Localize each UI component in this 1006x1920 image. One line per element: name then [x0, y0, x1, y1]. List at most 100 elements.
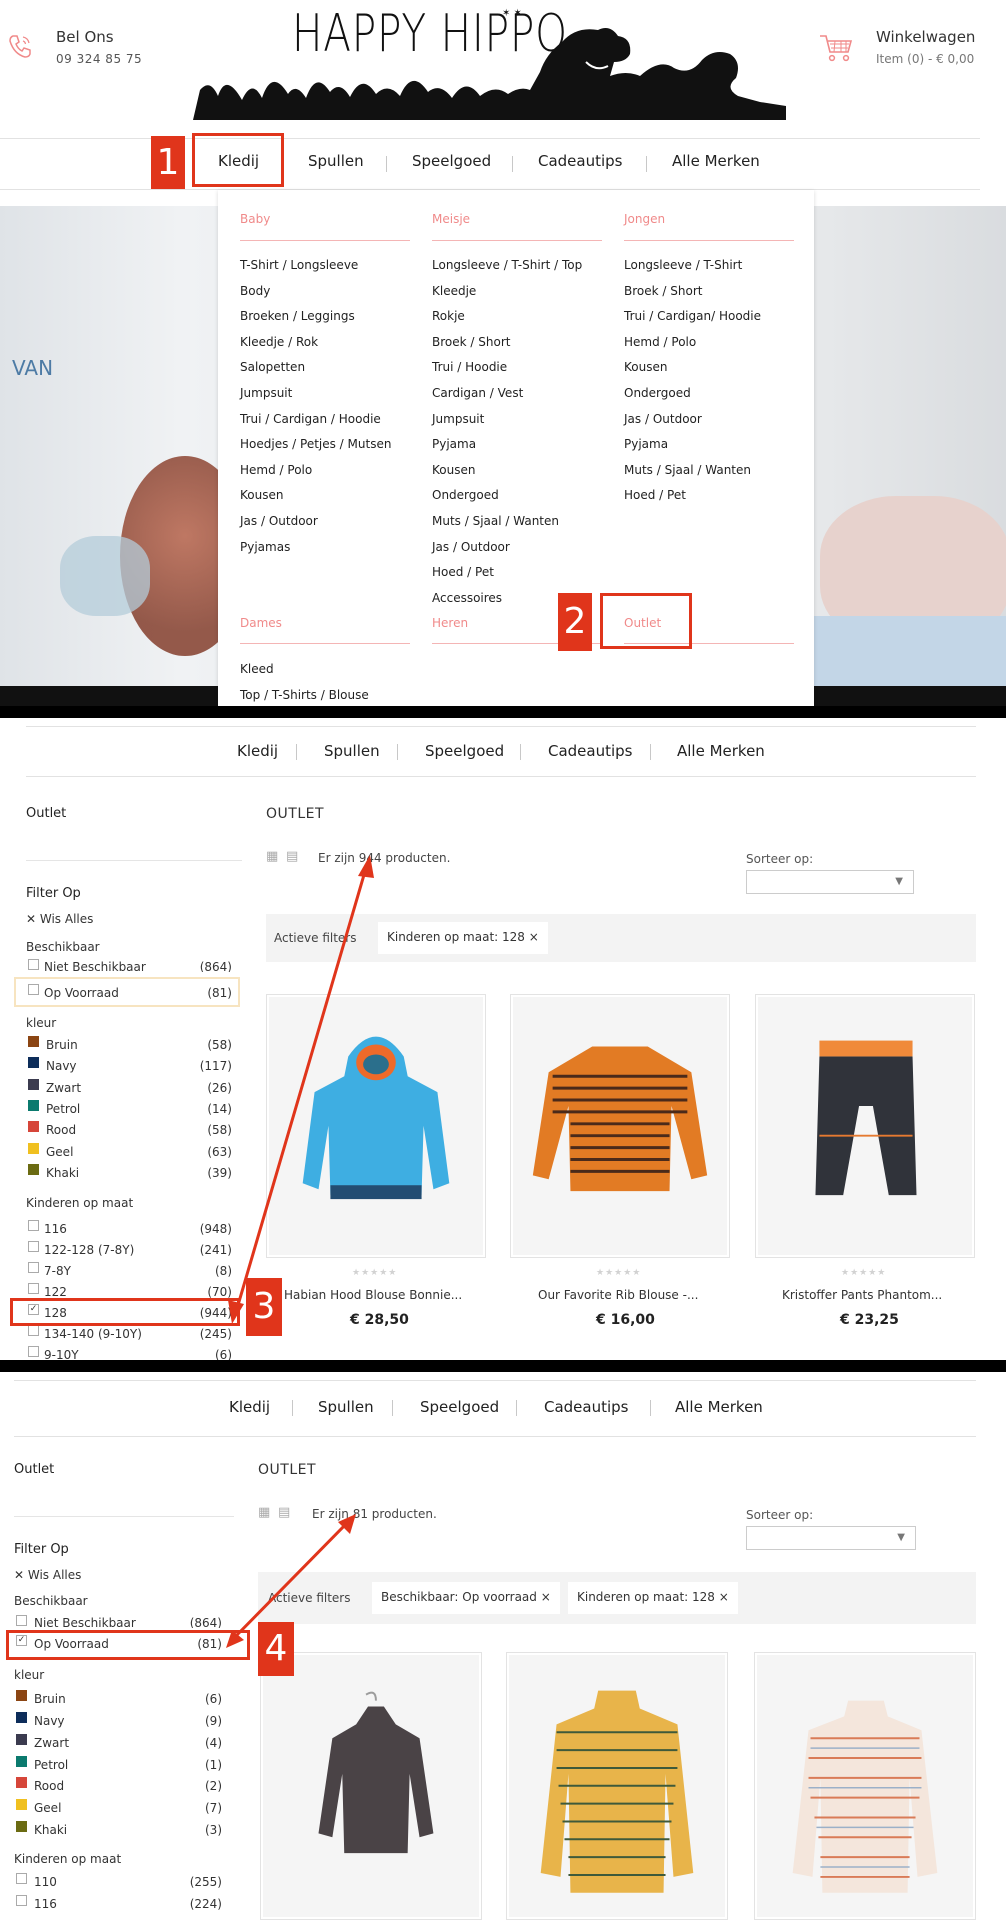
menu-item[interactable]: Jas / Outdoor [432, 540, 510, 554]
menu-item[interactable]: Pyjamas [240, 540, 290, 554]
menu-item[interactable]: Cardigan / Vest [432, 386, 523, 400]
filter-option-geel[interactable]: Geel [34, 1801, 61, 1815]
nav-item-speelgoed[interactable]: Speelgoed [420, 1398, 499, 1416]
menu-col-title-meisje[interactable]: Meisje [432, 212, 470, 226]
menu-col-title-heren[interactable]: Heren [432, 616, 468, 630]
menu-item[interactable]: Rokje [432, 309, 465, 323]
menu-item[interactable]: Trui / Cardigan/ Hoodie [624, 309, 761, 323]
menu-item[interactable]: Hemd / Polo [624, 335, 696, 349]
nav-item-spullen[interactable]: Spullen [324, 742, 380, 760]
menu-item[interactable]: Trui / Cardigan / Hoodie [240, 412, 381, 426]
menu-item[interactable]: Broeken / Leggings [240, 309, 355, 323]
menu-item[interactable]: Accessoires [432, 591, 502, 605]
product-name[interactable]: Kristoffer Pants Phantom... [782, 1288, 942, 1302]
nav-item-cadeautips[interactable]: Cadeautips [548, 742, 633, 760]
filter-option-bruin[interactable]: Bruin [34, 1692, 66, 1706]
filter-option-size[interactable]: 7-8Y [44, 1264, 71, 1278]
filter-option-khaki[interactable]: Khaki [34, 1823, 67, 1837]
menu-item[interactable]: Broek / Short [624, 284, 702, 298]
filter-option-size[interactable]: 122-128 (7-8Y) [44, 1243, 134, 1257]
filter-option-bruin[interactable]: Bruin [46, 1038, 78, 1052]
product-image[interactable] [263, 1655, 479, 1917]
nav-item-spullen[interactable]: Spullen [308, 152, 364, 170]
nav-item-kledij[interactable]: Kledij [237, 742, 278, 760]
checkbox[interactable] [28, 1325, 39, 1336]
color-swatch-rood[interactable] [28, 1121, 39, 1132]
menu-col-title-jongen[interactable]: Jongen [624, 212, 665, 226]
sort-select[interactable]: ▼ [746, 870, 914, 894]
menu-col-title-baby[interactable]: Baby [240, 212, 270, 226]
menu-item[interactable]: Kleedje / Rok [240, 335, 318, 349]
filter-option-size[interactable]: 122 [44, 1285, 67, 1299]
checkbox[interactable] [28, 1220, 39, 1231]
color-swatch-khaki[interactable] [28, 1164, 39, 1175]
color-swatch-zwart[interactable] [28, 1079, 39, 1090]
list-view-icon[interactable]: ▤ [286, 849, 298, 864]
menu-item[interactable]: Broek / Short [432, 335, 510, 349]
active-filter-chip[interactable]: Beschikbaar: Op voorraad × [372, 1582, 560, 1614]
menu-item[interactable]: Kleedje [432, 284, 476, 298]
menu-item[interactable]: Kousen [624, 360, 667, 374]
nav-item-cadeautips[interactable]: Cadeautips [544, 1398, 629, 1416]
menu-item[interactable]: Pyjama [432, 437, 476, 451]
checkbox[interactable] [16, 1615, 27, 1626]
phone-number[interactable]: 09 324 85 75 [56, 52, 142, 66]
cart-icon[interactable] [818, 32, 854, 64]
color-swatch-bruin[interactable] [28, 1036, 39, 1047]
menu-item[interactable]: Trui / Hoodie [432, 360, 507, 374]
menu-item[interactable]: Ondergoed [624, 386, 691, 400]
menu-item[interactable]: Hoed / Pet [432, 565, 494, 579]
checkbox[interactable] [28, 1241, 39, 1252]
filter-option-size[interactable]: 9-10Y [44, 1348, 79, 1360]
nav-item-cadeautips[interactable]: Cadeautips [538, 152, 623, 170]
active-filter-chip[interactable]: Kinderen op maat: 128 × [378, 922, 548, 954]
menu-item[interactable]: Kleed [240, 662, 274, 676]
filter-option-size[interactable]: 134-140 (9-10Y) [44, 1327, 142, 1341]
filter-option-op-voorraad[interactable]: Op Voorraad [44, 986, 119, 1000]
filter-option-rood[interactable]: Rood [34, 1779, 64, 1793]
color-swatch-rood[interactable] [16, 1777, 27, 1788]
checkbox[interactable] [16, 1873, 27, 1884]
menu-item[interactable]: Kousen [432, 463, 475, 477]
menu-item[interactable]: Longsleeve / T-Shirt / Top [432, 258, 582, 272]
nav-item-alle-merken[interactable]: Alle Merken [677, 742, 765, 760]
color-swatch-zwart[interactable] [16, 1734, 27, 1745]
filter-option-niet-beschikbaar[interactable]: Niet Beschikbaar [44, 960, 146, 972]
menu-item[interactable]: Kousen [240, 488, 283, 502]
filter-option-rood[interactable]: Rood [46, 1123, 76, 1137]
product-card[interactable] [260, 1652, 482, 1920]
menu-item[interactable]: Hoed / Pet [624, 488, 686, 502]
menu-item[interactable]: Hoedjes / Petjes / Mutsen [240, 437, 391, 451]
menu-item[interactable]: Jas / Outdoor [240, 514, 318, 528]
color-swatch-khaki[interactable] [16, 1821, 27, 1832]
filter-option-petrol[interactable]: Petrol [46, 1102, 80, 1116]
color-swatch-navy[interactable] [16, 1712, 27, 1723]
product-card[interactable] [266, 994, 486, 1258]
filter-option-niet-beschikbaar[interactable]: Niet Beschikbaar [34, 1616, 136, 1628]
product-image[interactable] [513, 997, 727, 1255]
menu-item[interactable]: Jumpsuit [432, 412, 484, 426]
menu-item[interactable]: Body [240, 284, 270, 298]
product-card[interactable] [755, 994, 975, 1258]
nav-item-kledij[interactable]: Kledij [229, 1398, 270, 1416]
checkbox[interactable] [28, 1346, 39, 1357]
menu-item[interactable]: Hemd / Polo [240, 463, 312, 477]
filter-option-petrol[interactable]: Petrol [34, 1758, 68, 1772]
filter-option-size[interactable]: 116 [44, 1222, 67, 1236]
product-card[interactable] [506, 1652, 728, 1920]
menu-col-title-dames[interactable]: Dames [240, 616, 282, 630]
nav-item-speelgoed[interactable]: Speelgoed [425, 742, 504, 760]
menu-item[interactable]: Muts / Sjaal / Wanten [432, 514, 559, 528]
cart-label[interactable]: Winkelwagen [876, 28, 975, 46]
active-filter-chip[interactable]: Kinderen op maat: 128 × [568, 1582, 738, 1614]
sort-select[interactable]: ▼ [746, 1526, 916, 1550]
product-image[interactable] [509, 1655, 725, 1917]
product-image[interactable] [269, 997, 483, 1255]
menu-item[interactable]: Longsleeve / T-Shirt [624, 258, 742, 272]
color-swatch-petrol[interactable] [16, 1756, 27, 1767]
menu-item[interactable]: Salopetten [240, 360, 305, 374]
checkbox[interactable] [16, 1895, 27, 1906]
filter-option-zwart[interactable]: Zwart [34, 1736, 69, 1750]
menu-item[interactable]: Jas / Outdoor [624, 412, 702, 426]
color-swatch-petrol[interactable] [28, 1100, 39, 1111]
